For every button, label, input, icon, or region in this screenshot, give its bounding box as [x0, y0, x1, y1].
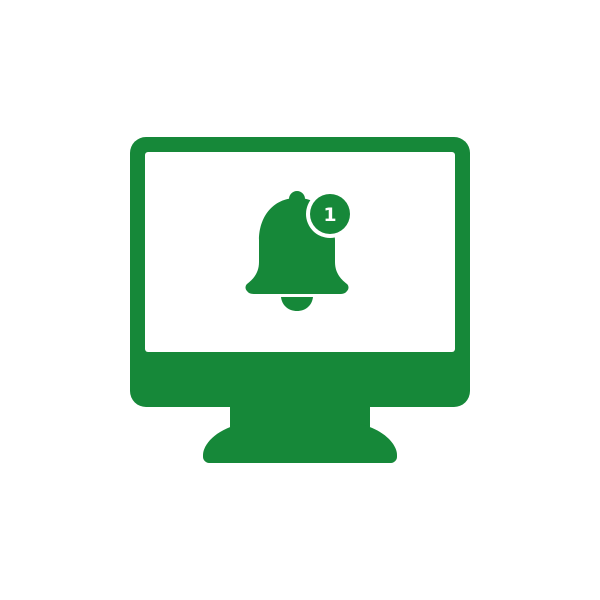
notification-badge-icon: 1 [306, 190, 354, 238]
desktop-notification-icon: 1 [130, 137, 470, 463]
monitor-stand-base [203, 424, 397, 463]
notification-count: 1 [323, 204, 336, 226]
icon-canvas: 1 [0, 0, 600, 600]
